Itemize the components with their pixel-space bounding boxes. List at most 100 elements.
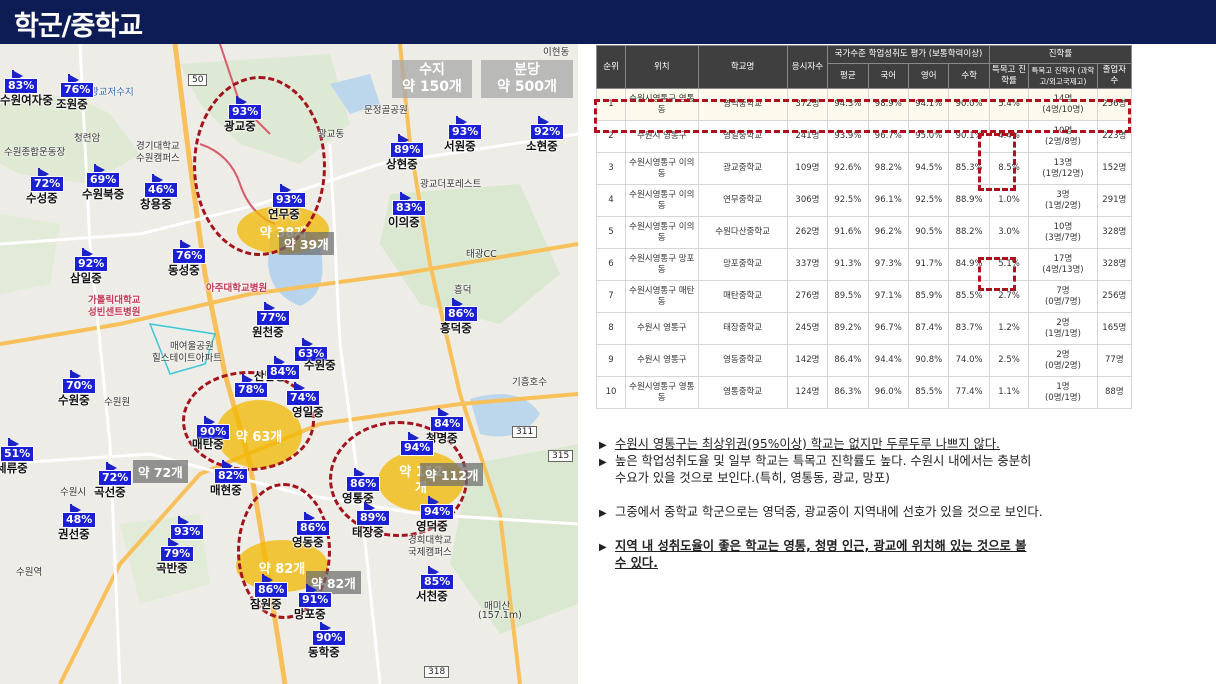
cell-rank: 7 xyxy=(595,280,627,313)
cell-loc: 수원시 영통구 xyxy=(625,344,699,377)
cell-count-total: 3명 xyxy=(1056,189,1070,200)
cell-school: 광교중학교 xyxy=(697,152,788,185)
note-1: ▶ 수원시 영통구는 최상위권(95%이상) 학교는 없지만 두루두루 나쁘지 않… xyxy=(599,437,1000,451)
table-row: 8 수원시 영통구 태장중학교 245명 89.2% 96.7% 87.4% 83.7% 1.2… xyxy=(595,312,1133,345)
cell-count-split: (3명/7명) xyxy=(1044,232,1081,243)
cell-loc: 수원시영통구 이의동 xyxy=(625,152,699,185)
cell-grad: 88명 xyxy=(1096,376,1133,409)
cell-count-total: 17명 xyxy=(1053,253,1073,264)
map-label: 이현동 xyxy=(543,47,570,58)
count-box-suji: 수지 약 150개 xyxy=(392,60,472,98)
cell-school: 태장중학교 xyxy=(697,312,788,345)
cell-rank: 3 xyxy=(595,152,627,185)
header-national-group: 국가수준 학업성취도 평가 (보통학력이상) xyxy=(827,45,990,64)
map-label: 청련암 xyxy=(74,133,101,144)
header-special-count: 특목고 진학자 (과학고/외고국제고) xyxy=(1028,63,1098,89)
cell-count-total: 1명 xyxy=(1056,381,1070,392)
cell-app: 262명 xyxy=(786,216,829,249)
cell-eng: 85.9% xyxy=(907,280,950,313)
cell-kor: 97.3% xyxy=(867,248,910,281)
header-math: 수학 xyxy=(948,63,990,89)
cell-eng: 91.7% xyxy=(907,248,950,281)
cell-avg: 89.5% xyxy=(827,280,869,313)
table-row: 5 수원시영통구 이의동 수원다산중학교 262명 91.6% 96.2% 90.5% 88.… xyxy=(595,216,1133,249)
cell-count-total: 2명 xyxy=(1056,349,1070,360)
cell-kor: 97.1% xyxy=(867,280,910,313)
table-row: 10 수원시영통구 영통동 영통중학교 124명 86.3% 96.0% 85.5% 77.4… xyxy=(595,376,1133,409)
cell-app: 109명 xyxy=(786,152,829,185)
count-box: 약 112개 xyxy=(420,463,484,486)
count-box: 약 39개 xyxy=(279,232,334,255)
cell-count-total: 10명 xyxy=(1053,221,1073,232)
map-label: 태광CC xyxy=(466,249,497,260)
cell-special-count: 10명 (3명/7명) xyxy=(1028,216,1098,249)
cell-kor: 96.2% xyxy=(867,216,910,249)
header-location: 위치 xyxy=(625,45,699,89)
title-bar: 학군/중학교 xyxy=(0,0,1216,44)
cell-special-count: 3명 (1명/2명) xyxy=(1028,184,1098,217)
count-box: 약 72개 xyxy=(133,460,188,483)
cell-app: 245명 xyxy=(786,312,829,345)
header-applicants: 응시자수 xyxy=(786,45,829,89)
cell-count-split: (1명/2명) xyxy=(1044,200,1081,211)
ranking-table-wrap: 순위 위치 학교명 응시자수 국가수준 학업성취도 평가 (보통학력이상) 진학… xyxy=(594,45,1133,409)
cell-rank: 9 xyxy=(595,344,627,377)
cell-avg: 92.6% xyxy=(827,152,869,185)
cell-rate: 1.2% xyxy=(988,312,1030,345)
cell-rank: 6 xyxy=(595,248,627,281)
cell-count-total: 7명 xyxy=(1056,285,1070,296)
cell-app: 276명 xyxy=(786,280,829,313)
cell-avg: 89.2% xyxy=(827,312,869,345)
cell-count-split: (4명/13명) xyxy=(1042,264,1084,275)
cell-app: 124명 xyxy=(786,376,829,409)
map-label: 수원원 xyxy=(104,397,131,408)
cell-loc: 수원시영통구 이의동 xyxy=(625,184,699,217)
header-special-rate: 특목고 진학률 xyxy=(988,63,1030,89)
map-label: 수원시 xyxy=(60,487,87,498)
cell-count-split: (0명/7명) xyxy=(1044,296,1081,307)
cell-loc: 수원시 영통구 xyxy=(625,312,699,345)
table-row: 3 수원시영통구 이의동 광교중학교 109명 92.6% 98.2% 94.5% 85.3%… xyxy=(595,152,1133,185)
cell-count-split: (1명/1명) xyxy=(1044,328,1081,339)
map-label: 수원종합운동장 xyxy=(4,147,66,158)
cell-count-split: (2명/8명) xyxy=(1044,136,1081,147)
cell-count-split: (0명/2명) xyxy=(1044,360,1081,371)
map-label: 광교동 xyxy=(318,129,345,140)
header-korean: 국어 xyxy=(867,63,910,89)
cell-avg: 86.3% xyxy=(827,376,869,409)
cell-special-count: 7명 (0명/7명) xyxy=(1028,280,1098,313)
cell-avg: 91.3% xyxy=(827,248,869,281)
cell-count-total: 13명 xyxy=(1053,157,1073,168)
cell-rank: 4 xyxy=(595,184,627,217)
cell-rank: 5 xyxy=(595,216,627,249)
highlight-rate-6 xyxy=(978,257,1016,291)
cell-rate: 2.5% xyxy=(988,344,1030,377)
page-title: 학군/중학교 xyxy=(14,11,143,42)
cell-special-count: 2명 (0명/2명) xyxy=(1028,344,1098,377)
cell-eng: 85.5% xyxy=(907,376,950,409)
road-number: 50 xyxy=(188,74,208,86)
header-advance-group: 진학률 xyxy=(988,45,1133,64)
cell-rank: 8 xyxy=(595,312,627,345)
cell-eng: 90.5% xyxy=(907,216,950,249)
note-4: ▶ 지역 내 성취도율이 좋은 학교는 영통, 청명 인근, 광교에 위치해 있는… xyxy=(599,539,1027,553)
cell-avg: 86.4% xyxy=(827,344,869,377)
header-avg: 평균 xyxy=(827,63,869,89)
cell-count-split: (1명/12명) xyxy=(1042,168,1084,179)
cell-avg: 91.6% xyxy=(827,216,869,249)
cell-special-count: 1명 (0명/1명) xyxy=(1028,376,1098,409)
cell-math: 77.4% xyxy=(948,376,990,409)
map-label: 힐스테이트아파트 xyxy=(152,353,222,364)
table-row: 7 수원시영통구 매탄동 매탄중학교 276명 89.5% 97.1% 85.9% 85.5%… xyxy=(595,280,1133,313)
map-label: (157.1m) xyxy=(478,610,522,621)
header-english: 영어 xyxy=(907,63,950,89)
cell-rank: 10 xyxy=(595,376,627,409)
map-label: 광교저수지 xyxy=(90,87,134,98)
map-label: 문정골공원 xyxy=(364,105,408,116)
table-row: 6 수원시영통구 망포동 망포중학교 337명 91.3% 97.3% 91.7% 84.9%… xyxy=(595,248,1133,281)
cell-school: 영동중학교 xyxy=(697,344,788,377)
cell-math: 88.2% xyxy=(948,216,990,249)
table-row: 9 수원시 영통구 영동중학교 142명 86.4% 94.4% 90.8% 74.0% 2.5… xyxy=(595,344,1133,377)
school-map[interactable]: 약 38개 약 63개 약 112개 약 82개 수지약 150개 분당약 50… xyxy=(0,44,578,684)
map-label: 성빈센트병원 xyxy=(88,307,141,318)
